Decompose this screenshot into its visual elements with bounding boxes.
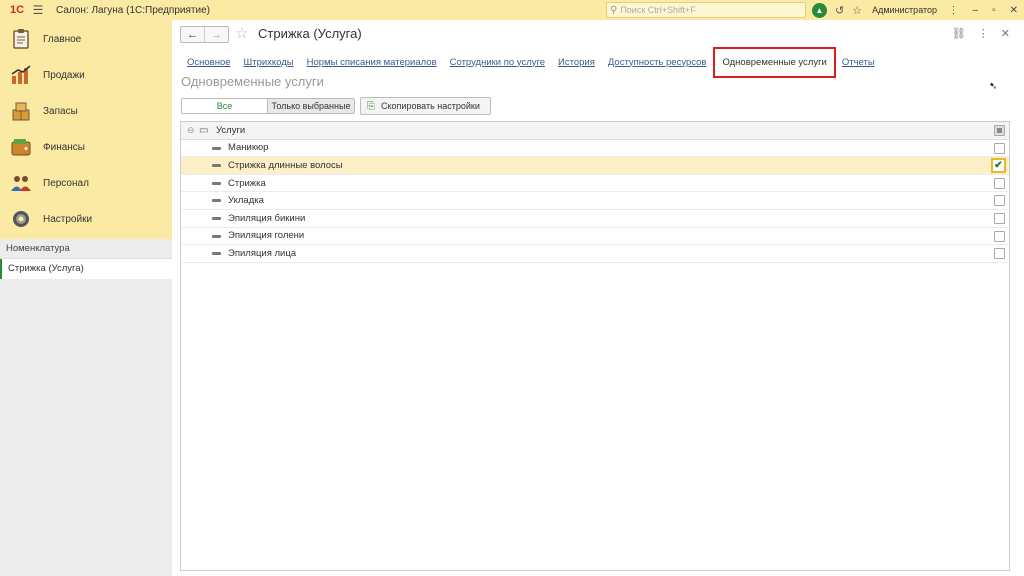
more-icon[interactable]: ⋮: [978, 27, 989, 40]
sidebar-section-2[interactable]: Запасы: [0, 93, 172, 129]
item-icon: [212, 164, 221, 168]
top-bar: 1С ☰ Салон: Лагуна (1С:Предприятие) ⚲ По…: [0, 0, 1024, 20]
service-name: Маникюр: [228, 142, 269, 154]
row-checkbox[interactable]: [994, 248, 1005, 260]
sidebar-section-label: Настройки: [43, 213, 93, 225]
folder-icon: ▭: [199, 124, 209, 136]
menu-icon[interactable]: ☰: [28, 0, 48, 20]
table-row[interactable]: Маникюр: [181, 140, 1009, 158]
favorites-icon[interactable]: ☆: [852, 4, 862, 17]
group-label: Услуги: [216, 124, 246, 136]
row-checkbox[interactable]: [994, 177, 1005, 189]
section-subtitle: Одновременные услуги: [181, 74, 324, 89]
item-icon: [212, 234, 221, 238]
copy-icon: ⎘: [367, 100, 375, 112]
item-icon: [212, 199, 221, 203]
table-row[interactable]: Эпиляция голени: [181, 228, 1009, 246]
sidebar-section-label: Главное: [43, 33, 82, 45]
wallet-icon: [9, 135, 33, 159]
page-title: Стрижка (Услуга): [258, 26, 362, 41]
app-title: Салон: Лагуна (1С:Предприятие): [56, 4, 210, 16]
service-name: Эпиляция голени: [228, 230, 305, 242]
table-row[interactable]: Стрижка: [181, 175, 1009, 193]
filter-selected-button[interactable]: Только выбранные: [267, 99, 354, 113]
service-name: Стрижка: [228, 177, 266, 189]
filter-all-button[interactable]: Все: [182, 99, 267, 113]
minimize-icon[interactable]: –: [973, 5, 979, 16]
item-icon: [212, 181, 221, 185]
sidebar-section-1[interactable]: Продажи: [0, 57, 172, 93]
link-icon[interactable]: ⛓: [952, 27, 966, 40]
service-name: Укладка: [228, 195, 264, 207]
boxes-icon: [9, 99, 33, 123]
form-area: ← → ☆ Стрижка (Услуга) ⛓ ⋮ ✕ Основное Штр…: [172, 20, 1024, 576]
sidebar-section-0[interactable]: Главное: [0, 21, 172, 57]
tab-6[interactable]: Одновременные услуги: [713, 46, 836, 78]
form-close-icon[interactable]: ✕: [1001, 27, 1010, 40]
row-checkbox[interactable]: ✔: [991, 158, 1006, 174]
nav-buttons: ← →: [180, 26, 229, 43]
copy-settings-label: Скопировать настройки: [381, 101, 480, 111]
sidebar-section-label: Продажи: [43, 69, 85, 81]
row-checkbox[interactable]: [994, 212, 1005, 224]
item-icon: [212, 146, 221, 150]
sidebar-section-4[interactable]: Персонал: [0, 165, 172, 201]
tab-1[interactable]: Штрихкоды: [244, 57, 294, 68]
services-table: ⊖ ▭ Услуги Маникюр Стрижка длинные волосы…: [180, 121, 1010, 571]
user-name[interactable]: Администратор: [872, 5, 937, 15]
table-group-row[interactable]: ⊖ ▭ Услуги: [181, 122, 1009, 140]
sidebar-section-label: Запасы: [43, 105, 78, 117]
search-placeholder: Поиск Ctrl+Shift+F: [620, 5, 696, 15]
open-window-item[interactable]: Стрижка (Услуга): [0, 259, 172, 279]
tab-2[interactable]: Нормы списания материалов: [307, 57, 437, 68]
search-icon: ⚲: [610, 4, 618, 16]
service-name: Эпиляция лица: [228, 247, 297, 259]
copy-settings-button[interactable]: ⎘ Скопировать настройки: [360, 97, 491, 115]
tab-0[interactable]: Основное: [187, 57, 231, 68]
sidebar-section-3[interactable]: Финансы: [0, 129, 172, 165]
group-checkbox[interactable]: [994, 125, 1005, 136]
table-row[interactable]: Эпиляция лица: [181, 245, 1009, 263]
close-icon[interactable]: ✕: [1010, 5, 1018, 16]
notifications-icon[interactable]: ▲: [812, 2, 827, 18]
tab-5[interactable]: Доступность ресурсов: [608, 57, 707, 68]
maximize-icon[interactable]: ▫: [992, 5, 996, 16]
table-row[interactable]: Укладка: [181, 192, 1009, 210]
sidebar-section-label: Финансы: [43, 141, 85, 153]
search-input[interactable]: ⚲ Поиск Ctrl+Shift+F: [606, 2, 806, 18]
service-name: Стрижка длинные волосы: [228, 159, 343, 171]
item-icon: [212, 216, 221, 220]
back-button[interactable]: ←: [181, 27, 204, 42]
item-icon: [212, 252, 221, 256]
table-row[interactable]: Стрижка длинные волосы ✔: [181, 157, 1009, 175]
table-row[interactable]: Эпиляция бикини: [181, 210, 1009, 228]
section-panel: Главное Продажи Запасы Финансы Персонал Настр…: [0, 20, 172, 239]
forward-button[interactable]: →: [204, 27, 228, 42]
tab-3[interactable]: Сотрудники по услуге: [450, 57, 545, 68]
sidebar: Главное Продажи Запасы Финансы Персонал Настр…: [0, 20, 172, 576]
mouse-cursor-icon: ➷: [989, 81, 998, 92]
people-icon: [9, 171, 33, 195]
clipboard-icon: [9, 27, 33, 51]
tab-4[interactable]: История: [558, 57, 595, 68]
row-checkbox[interactable]: [994, 230, 1005, 242]
app-logo: 1С: [9, 4, 25, 16]
row-checkbox[interactable]: [994, 142, 1005, 154]
filter-toggle: Все Только выбранные: [181, 98, 355, 114]
collapse-icon[interactable]: ⊖: [187, 125, 195, 136]
settings-menu-icon[interactable]: ⋮: [949, 5, 959, 16]
history-icon[interactable]: ↺: [835, 4, 844, 17]
favorite-star-icon[interactable]: ☆: [235, 24, 248, 42]
gear-icon: [9, 207, 33, 231]
tab-bar: Основное Штрихкоды Нормы списания материал…: [187, 46, 888, 78]
open-group-label: Номенклатура: [0, 239, 172, 259]
sidebar-section-5[interactable]: Настройки: [0, 201, 172, 237]
sidebar-section-label: Персонал: [43, 177, 89, 189]
chart-icon: [9, 63, 33, 87]
row-checkbox[interactable]: [994, 195, 1005, 207]
tab-7[interactable]: Отчеты: [842, 57, 875, 68]
service-name: Эпиляция бикини: [228, 212, 306, 224]
